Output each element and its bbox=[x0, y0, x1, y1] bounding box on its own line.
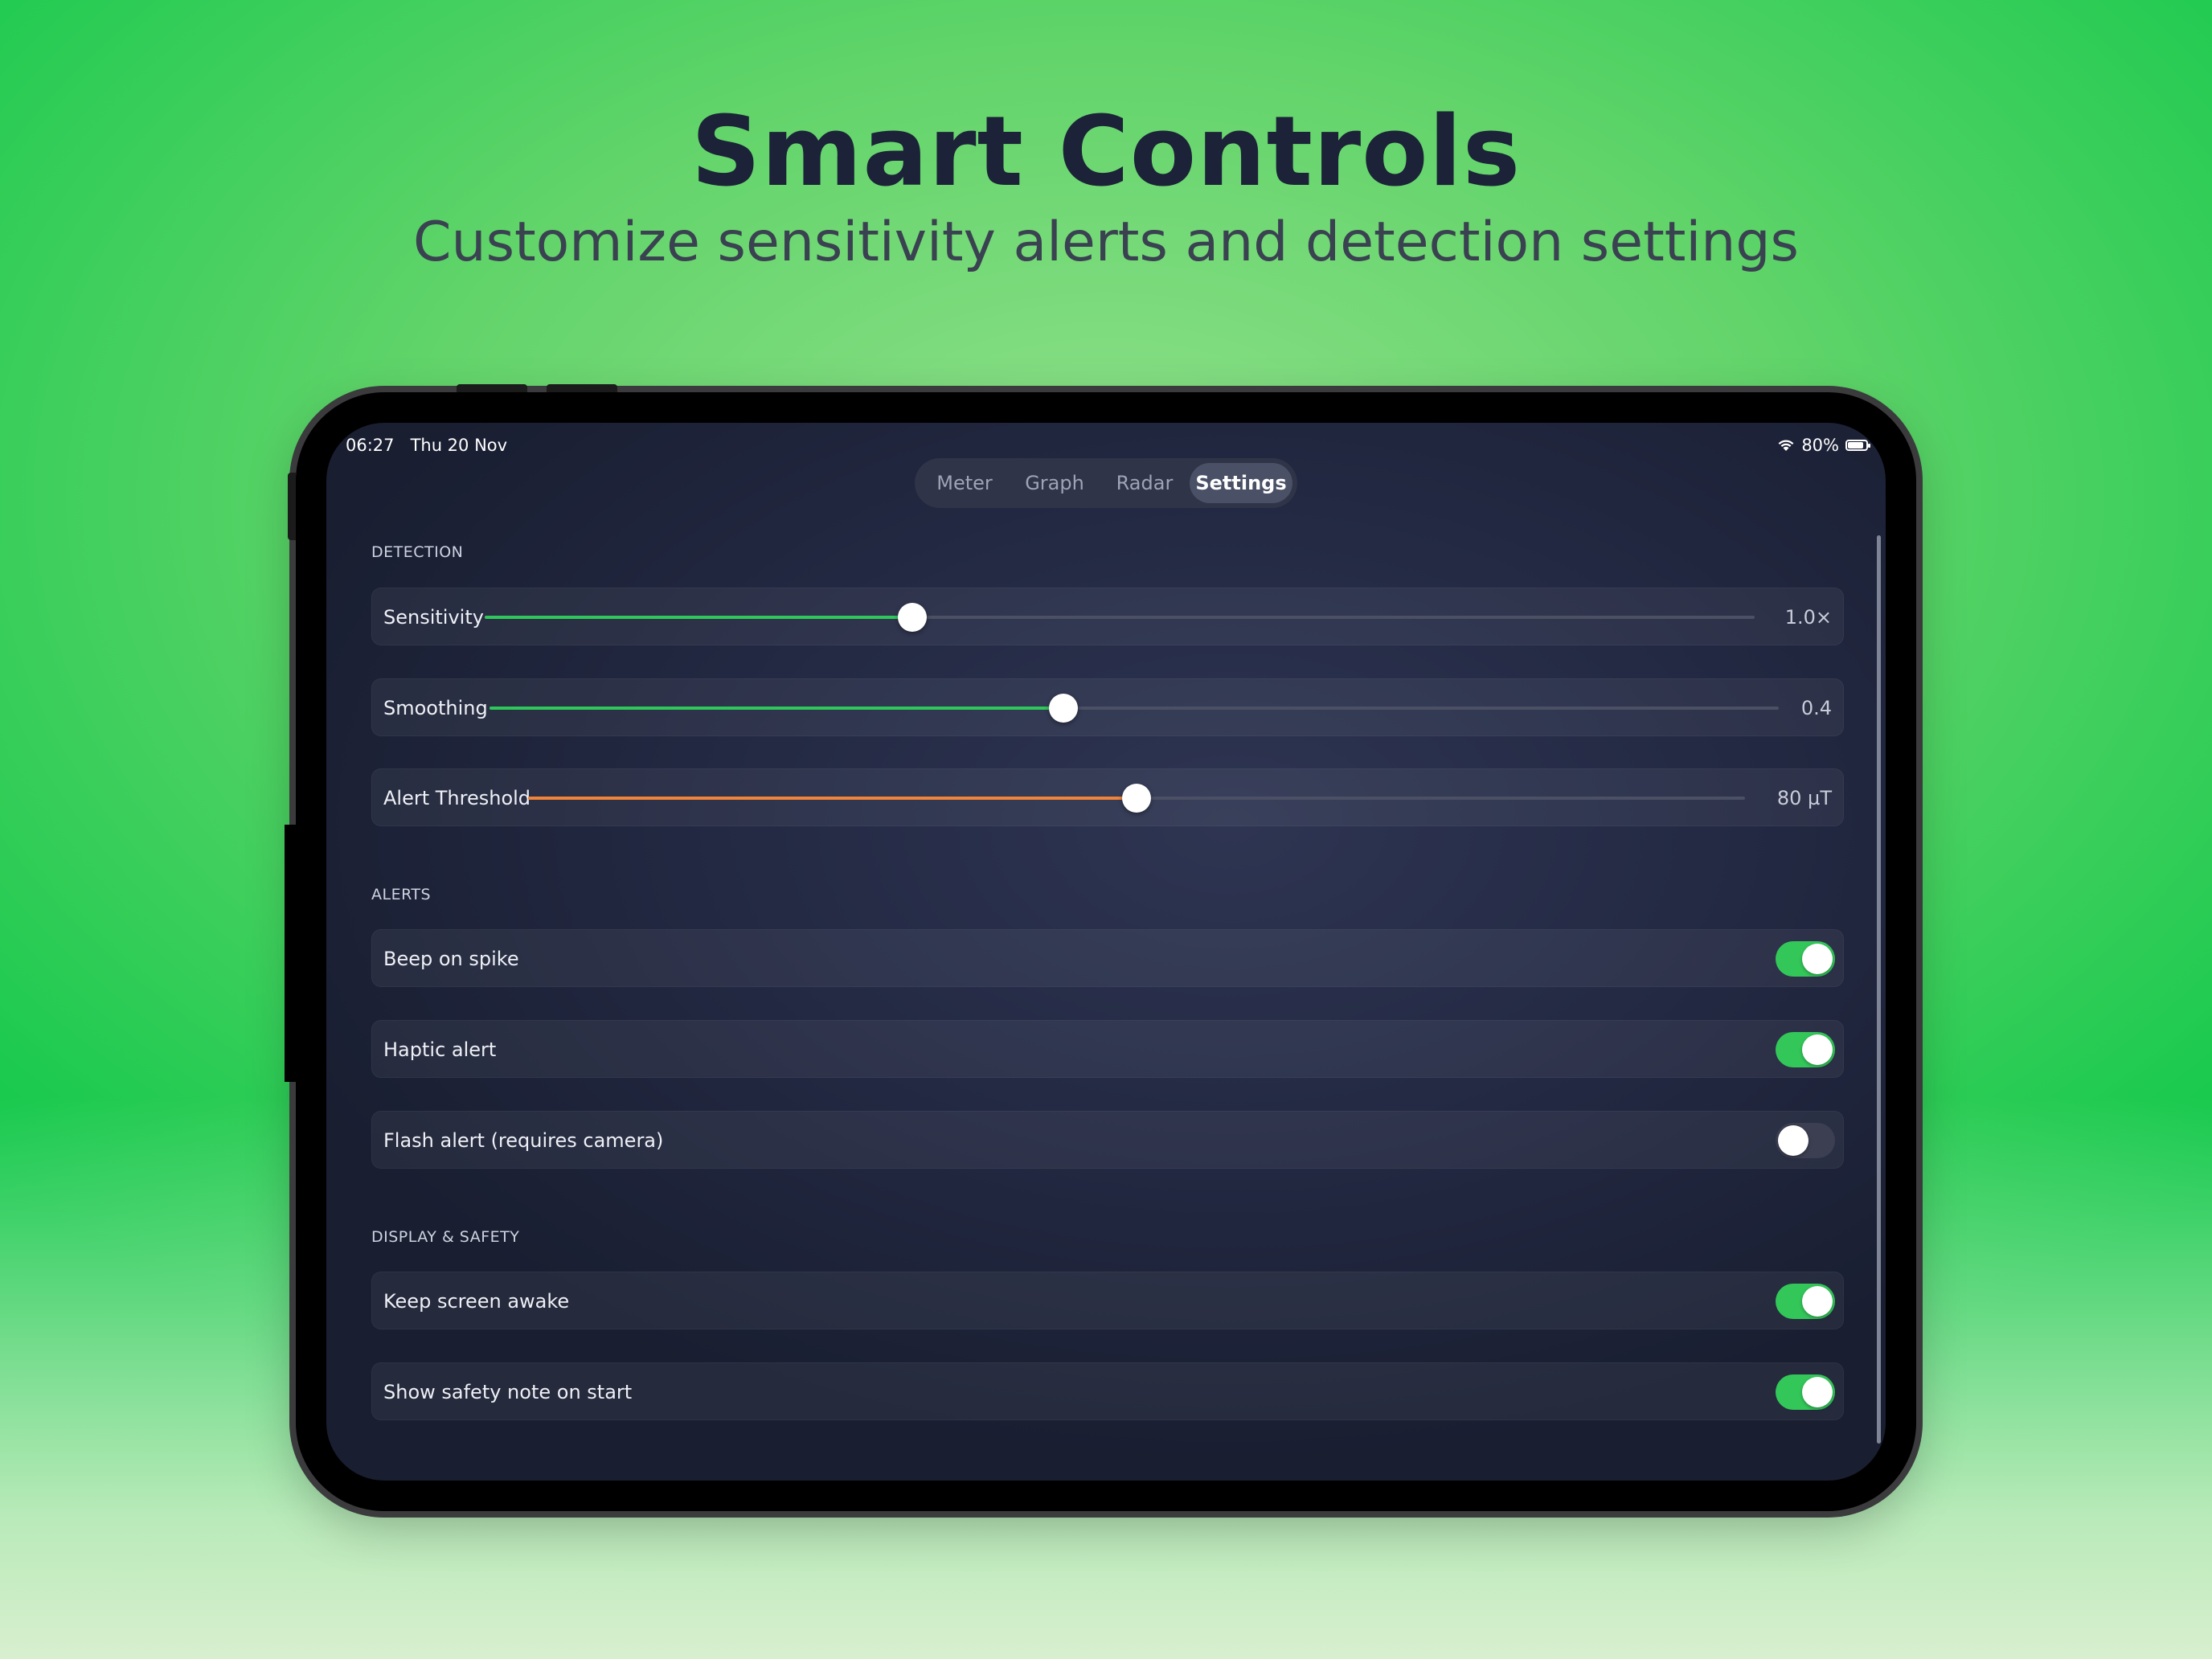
toggle-knob bbox=[1778, 1125, 1809, 1156]
toggle-knob bbox=[1802, 1377, 1833, 1407]
slider-label: Sensitivity bbox=[383, 606, 484, 629]
headline: Smart Controls bbox=[690, 96, 1522, 208]
tab-graph[interactable]: Graph bbox=[1010, 463, 1100, 503]
beep-on-spike-toggle[interactable] bbox=[1776, 941, 1835, 977]
slider-row-alert-threshold: Alert Threshold 80 µT bbox=[371, 768, 1844, 826]
toggle-label: Haptic alert bbox=[383, 1038, 497, 1061]
slider-row-sensitivity: Sensitivity 1.0× bbox=[371, 588, 1844, 645]
section-header-display-safety: DISPLAY & SAFETY bbox=[371, 1228, 520, 1246]
tab-meter[interactable]: Meter bbox=[920, 463, 1010, 503]
slider-thumb[interactable] bbox=[1048, 694, 1078, 723]
slider-thumb[interactable] bbox=[1122, 784, 1151, 813]
app-screen: 06:27 Thu 20 Nov 80% Meter Graph Radar S… bbox=[326, 423, 1886, 1481]
toggle-row-keep-awake: Keep screen awake bbox=[371, 1272, 1844, 1329]
slider-row-smoothing: Smoothing 0.4 bbox=[371, 678, 1844, 736]
wifi-icon bbox=[1778, 440, 1794, 451]
smoothing-slider[interactable] bbox=[490, 694, 1779, 723]
battery-icon bbox=[1845, 440, 1870, 451]
volume-button bbox=[547, 384, 617, 392]
tablet-device: 06:27 Thu 20 Nov 80% Meter Graph Radar S… bbox=[285, 384, 1916, 1511]
haptic-alert-toggle[interactable] bbox=[1776, 1032, 1835, 1067]
slider-value: 1.0× bbox=[1784, 606, 1832, 629]
toggle-label: Beep on spike bbox=[383, 948, 519, 970]
flash-alert-toggle[interactable] bbox=[1776, 1123, 1835, 1158]
pencil-notch bbox=[285, 825, 333, 1082]
slider-value: 0.4 bbox=[1800, 697, 1832, 719]
toggle-knob bbox=[1802, 1286, 1833, 1317]
slider-fill bbox=[528, 797, 1137, 800]
toggle-label: Keep screen awake bbox=[383, 1290, 570, 1313]
show-safety-note-toggle[interactable] bbox=[1776, 1374, 1835, 1410]
volume-button bbox=[457, 384, 527, 392]
toggle-row-flash: Flash alert (requires camera) bbox=[371, 1111, 1844, 1169]
scrollbar[interactable] bbox=[1877, 535, 1881, 1444]
tab-settings[interactable]: Settings bbox=[1190, 463, 1292, 503]
battery-percent: 80% bbox=[1801, 436, 1839, 455]
toggle-label: Flash alert (requires camera) bbox=[383, 1129, 664, 1152]
slider-value: 80 µT bbox=[1776, 787, 1832, 809]
slider-label: Smoothing bbox=[383, 697, 488, 719]
status-bar-right: 80% bbox=[1777, 436, 1870, 455]
section-header-alerts: ALERTS bbox=[371, 886, 432, 903]
tab-control: Meter Graph Radar Settings bbox=[915, 458, 1297, 508]
slider-thumb[interactable] bbox=[898, 603, 928, 632]
alert-threshold-slider[interactable] bbox=[528, 784, 1745, 813]
toggle-row-haptic: Haptic alert bbox=[371, 1020, 1844, 1078]
toggle-row-beep: Beep on spike bbox=[371, 929, 1844, 987]
toggle-knob bbox=[1802, 1034, 1833, 1065]
toggle-knob bbox=[1802, 944, 1833, 974]
slider-label: Alert Threshold bbox=[383, 787, 531, 809]
toggle-label: Show safety note on start bbox=[383, 1381, 633, 1403]
status-bar-left: 06:27 Thu 20 Nov bbox=[346, 436, 507, 455]
power-button bbox=[288, 473, 296, 540]
tab-radar[interactable]: Radar bbox=[1100, 463, 1190, 503]
section-header-detection: DETECTION bbox=[371, 543, 464, 561]
slider-fill bbox=[485, 616, 913, 619]
toggle-row-safety-note: Show safety note on start bbox=[371, 1362, 1844, 1420]
slider-fill bbox=[490, 707, 1063, 710]
sensitivity-slider[interactable] bbox=[485, 603, 1755, 632]
subheadline: Customize sensitivity alerts and detecti… bbox=[413, 211, 1799, 274]
status-date: Thu 20 Nov bbox=[410, 436, 508, 455]
status-time: 06:27 bbox=[346, 436, 395, 455]
keep-screen-awake-toggle[interactable] bbox=[1776, 1284, 1835, 1319]
